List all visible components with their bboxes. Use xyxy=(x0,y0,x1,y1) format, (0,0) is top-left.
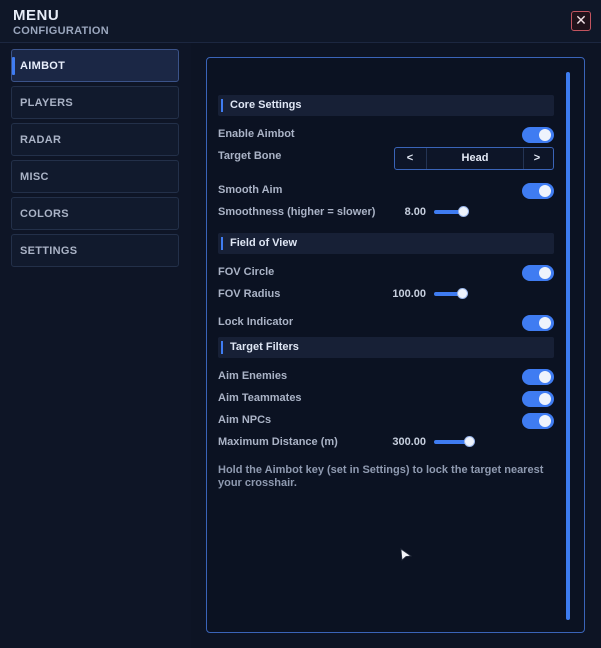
section-title: Target Filters xyxy=(230,341,299,353)
target-bone-selector: < Head > xyxy=(394,147,554,170)
target-bone-next-button[interactable]: > xyxy=(522,148,552,169)
sidebar-item-settings[interactable]: SETTINGS xyxy=(11,234,179,267)
slider-handle[interactable] xyxy=(457,288,468,299)
help-note: Hold the Aimbot key (set in Settings) to… xyxy=(218,464,544,489)
aim-teammates-label: Aim Teammates xyxy=(218,392,302,404)
lock-indicator-label: Lock Indicator xyxy=(218,316,294,328)
sidebar-item-players[interactable]: PLAYERS xyxy=(11,86,179,119)
sidebar-item-misc[interactable]: MISC xyxy=(11,160,179,193)
smoothness-slider[interactable] xyxy=(434,206,469,218)
enable-aimbot-label: Enable Aimbot xyxy=(218,128,295,140)
aim-npcs-toggle[interactable] xyxy=(522,413,554,429)
window-title: MENU xyxy=(13,7,60,24)
aim-teammates-toggle[interactable] xyxy=(522,391,554,407)
slider-handle[interactable] xyxy=(458,206,469,217)
menu-window: MENU CONFIGURATION ✕ AIMBOT PLAYERS RADA… xyxy=(0,0,601,648)
sidebar: AIMBOT PLAYERS RADAR MISC COLORS SETTING… xyxy=(0,43,191,648)
aim-npcs-label: Aim NPCs xyxy=(218,414,272,426)
max-distance-value: 300.00 xyxy=(392,436,426,448)
window-subtitle: CONFIGURATION xyxy=(13,25,109,37)
window-header: MENU CONFIGURATION ✕ xyxy=(0,0,601,43)
lock-indicator-toggle[interactable] xyxy=(522,315,554,331)
aim-enemies-toggle[interactable] xyxy=(522,369,554,385)
fov-circle-label: FOV Circle xyxy=(218,266,275,278)
section-field-of-view: Field of View xyxy=(218,233,554,254)
enable-aimbot-toggle[interactable] xyxy=(522,127,554,143)
fov-radius-slider[interactable] xyxy=(434,288,468,300)
target-bone-value: Head xyxy=(426,148,524,169)
section-title: Field of View xyxy=(230,237,298,249)
max-distance-label: Maximum Distance (m) xyxy=(218,436,338,448)
mouse-cursor-icon xyxy=(400,548,413,561)
close-button[interactable]: ✕ xyxy=(571,11,591,31)
smoothness-value: 8.00 xyxy=(404,206,426,218)
fov-circle-toggle[interactable] xyxy=(522,265,554,281)
sidebar-item-colors[interactable]: COLORS xyxy=(11,197,179,230)
sidebar-item-radar[interactable]: RADAR xyxy=(11,123,179,156)
fov-radius-value: 100.00 xyxy=(392,288,426,300)
target-bone-label: Target Bone xyxy=(218,150,282,162)
target-bone-prev-button[interactable]: < xyxy=(395,148,425,169)
panel-scrollbar[interactable] xyxy=(566,72,570,620)
slider-handle[interactable] xyxy=(464,436,475,447)
smooth-aim-toggle[interactable] xyxy=(522,183,554,199)
section-title: Core Settings xyxy=(230,99,302,111)
smooth-aim-label: Smooth Aim xyxy=(218,184,283,196)
smoothness-label: Smoothness (higher = slower) xyxy=(218,206,376,218)
fov-radius-label: FOV Radius xyxy=(218,288,281,300)
section-target-filters: Target Filters xyxy=(218,337,554,358)
sidebar-item-aimbot[interactable]: AIMBOT xyxy=(11,49,179,82)
aim-enemies-label: Aim Enemies xyxy=(218,370,288,382)
section-core-settings: Core Settings xyxy=(218,95,554,116)
max-distance-slider[interactable] xyxy=(434,436,475,448)
